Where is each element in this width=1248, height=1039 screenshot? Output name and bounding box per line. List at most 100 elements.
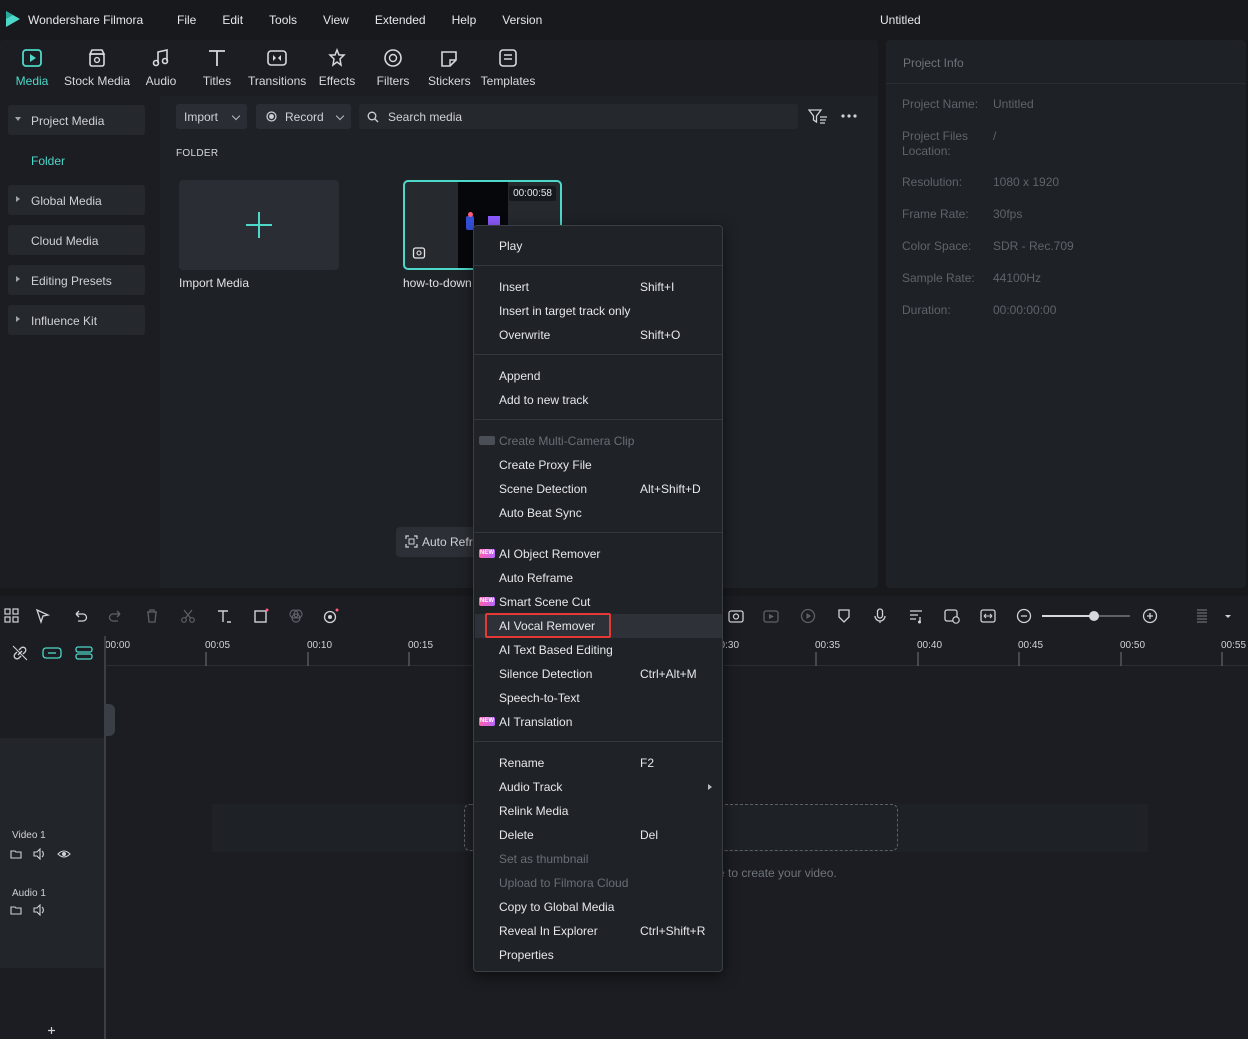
folder-lock-icon[interactable] <box>10 904 22 916</box>
menu-item-relink-media[interactable]: Relink Media <box>475 799 722 823</box>
menu-item-scene-detection[interactable]: Scene Detection Alt+Shift+D <box>475 477 722 501</box>
zoom-slider-handle[interactable] <box>1089 611 1099 621</box>
menu-item-auto-beat-sync[interactable]: Auto Beat Sync <box>475 501 722 525</box>
magnet-snap-icon[interactable] <box>42 645 62 661</box>
track-header-audio-1[interactable]: Audio 1 <box>0 878 104 968</box>
zoom-in-icon[interactable] <box>1142 608 1158 624</box>
import-dropdown[interactable]: Import <box>176 104 247 129</box>
menu-item-audio-track[interactable]: Audio Track <box>475 775 722 799</box>
color-match-icon[interactable] <box>288 608 304 624</box>
import-media-card[interactable] <box>179 180 339 270</box>
menu-item-properties[interactable]: Properties <box>475 943 722 967</box>
menu-item-play[interactable]: Play <box>475 234 722 258</box>
sidebar-item-editing-presets[interactable]: Editing Presets <box>8 265 145 295</box>
menu-file[interactable]: File <box>177 13 196 27</box>
app-name: Wondershare Filmora <box>28 13 144 27</box>
auto-ripple-icon[interactable] <box>944 608 960 624</box>
more-options-icon[interactable] <box>840 113 858 119</box>
sidebar-item-influence-kit[interactable]: Influence Kit <box>8 305 145 335</box>
undo-icon[interactable] <box>72 608 88 624</box>
menu-item-append[interactable]: Append <box>475 364 722 388</box>
crop-icon[interactable] <box>253 608 269 624</box>
menu-item-silence-detection[interactable]: Silence Detection Ctrl+Alt+M <box>475 662 722 686</box>
menu-item-auto-reframe[interactable]: Auto Reframe <box>475 566 722 590</box>
menu-item-create-proxy-file[interactable]: Create Proxy File <box>475 453 722 477</box>
menu-item-insert-target-track[interactable]: Insert in target track only <box>475 299 722 323</box>
text-tool-icon[interactable] <box>216 608 232 624</box>
tab-transitions[interactable]: Transitions <box>248 46 306 88</box>
sidebar-item-folder[interactable]: Folder <box>31 154 65 168</box>
zoom-out-icon[interactable] <box>1016 608 1032 624</box>
play-circle-icon[interactable] <box>800 608 816 624</box>
render-preview-icon[interactable] <box>763 608 779 624</box>
menu-divider <box>474 532 722 533</box>
track-manager-icon[interactable] <box>75 645 93 661</box>
sidebar-item-project-media[interactable]: Project Media <box>8 105 145 135</box>
sidebar-item-cloud-media[interactable]: Cloud Media <box>8 225 145 255</box>
audio-mixer-icon[interactable] <box>908 608 924 624</box>
tab-stock-media[interactable]: Stock Media <box>62 46 132 88</box>
multicam-icon <box>479 436 495 445</box>
menu-item-add-to-new-track[interactable]: Add to new track <box>475 388 722 412</box>
menu-item-rename[interactable]: Rename F2 <box>475 751 722 775</box>
marker-shield-icon[interactable] <box>836 608 852 624</box>
tab-filters[interactable]: Filters <box>376 46 410 88</box>
speaker-icon[interactable] <box>33 848 47 860</box>
chevron-right-icon <box>16 196 20 202</box>
tab-effects[interactable]: Effects <box>318 46 356 88</box>
menu-item-speech-to-text[interactable]: Speech-to-Text <box>475 686 722 710</box>
menu-extended[interactable]: Extended <box>375 13 426 27</box>
menu-item-ai-text-based-editing[interactable]: AI Text Based Editing <box>475 638 722 662</box>
track-header-video-1[interactable]: Video 1 <box>0 808 104 878</box>
menu-item-ai-object-remover[interactable]: NEW AI Object Remover <box>475 542 722 566</box>
layout-grid-icon[interactable] <box>4 608 20 624</box>
filter-sort-icon[interactable] <box>808 108 828 126</box>
delete-trash-icon[interactable] <box>144 608 160 624</box>
menu-item-copy-to-global-media[interactable]: Copy to Global Media <box>475 895 722 919</box>
context-menu: Play Insert Shift+I Insert in target trac… <box>473 225 723 972</box>
select-pointer-icon[interactable] <box>35 608 51 624</box>
media-icon <box>22 49 42 67</box>
snapshot-icon[interactable] <box>728 608 744 624</box>
menu-item-reveal-in-explorer[interactable]: Reveal In Explorer Ctrl+Shift+R <box>475 919 722 943</box>
chevron-right-icon <box>708 784 712 790</box>
folder-lock-icon[interactable] <box>10 848 22 860</box>
tab-templates[interactable]: Templates <box>480 46 536 88</box>
scissors-icon[interactable] <box>180 608 196 624</box>
sidebar-item-global-media[interactable]: Global Media <box>8 185 145 215</box>
chevron-right-icon <box>16 276 20 282</box>
link-icon[interactable] <box>11 644 29 662</box>
playhead-handle[interactable] <box>104 704 115 736</box>
project-info-panel: Project Info Project Name: Untitled Proj… <box>886 40 1246 588</box>
chevron-down-icon[interactable] <box>1220 608 1236 624</box>
menu-item-ai-translation[interactable]: NEW AI Translation <box>475 710 722 734</box>
add-track-plus-icon[interactable] <box>47 1026 56 1035</box>
chevron-down-icon <box>335 111 345 121</box>
menu-help[interactable]: Help <box>452 13 477 27</box>
record-dropdown[interactable]: Record <box>256 104 351 129</box>
tab-titles[interactable]: Titles <box>200 46 234 88</box>
redo-icon[interactable] <box>108 608 124 624</box>
menu-item-overwrite[interactable]: Overwrite Shift+O <box>475 323 722 347</box>
fit-timeline-icon[interactable] <box>980 608 996 624</box>
tab-audio[interactable]: Audio <box>143 46 179 88</box>
menu-item-smart-scene-cut[interactable]: NEW Smart Scene Cut <box>475 590 722 614</box>
menu-edit[interactable]: Edit <box>222 13 243 27</box>
eye-visibility-icon[interactable] <box>57 849 71 859</box>
speaker-icon[interactable] <box>33 904 47 916</box>
clip-name: how-to-down <box>403 276 472 290</box>
menu-view[interactable]: View <box>323 13 349 27</box>
menu-tools[interactable]: Tools <box>269 13 297 27</box>
plus-icon <box>246 212 272 238</box>
tab-media[interactable]: Media <box>13 46 51 88</box>
ai-tools-icon[interactable] <box>323 608 339 624</box>
search-input[interactable]: Search media <box>359 104 798 129</box>
project-info-heading: Project Info <box>886 40 1246 84</box>
playhead-line[interactable] <box>104 636 106 1039</box>
menu-version[interactable]: Version <box>502 13 542 27</box>
microphone-icon[interactable] <box>872 608 888 624</box>
menu-item-insert[interactable]: Insert Shift+I <box>475 275 722 299</box>
menu-item-delete[interactable]: Delete Del <box>475 823 722 847</box>
track-layout-icon[interactable] <box>1194 608 1210 624</box>
tab-stickers[interactable]: Stickers <box>428 46 471 88</box>
